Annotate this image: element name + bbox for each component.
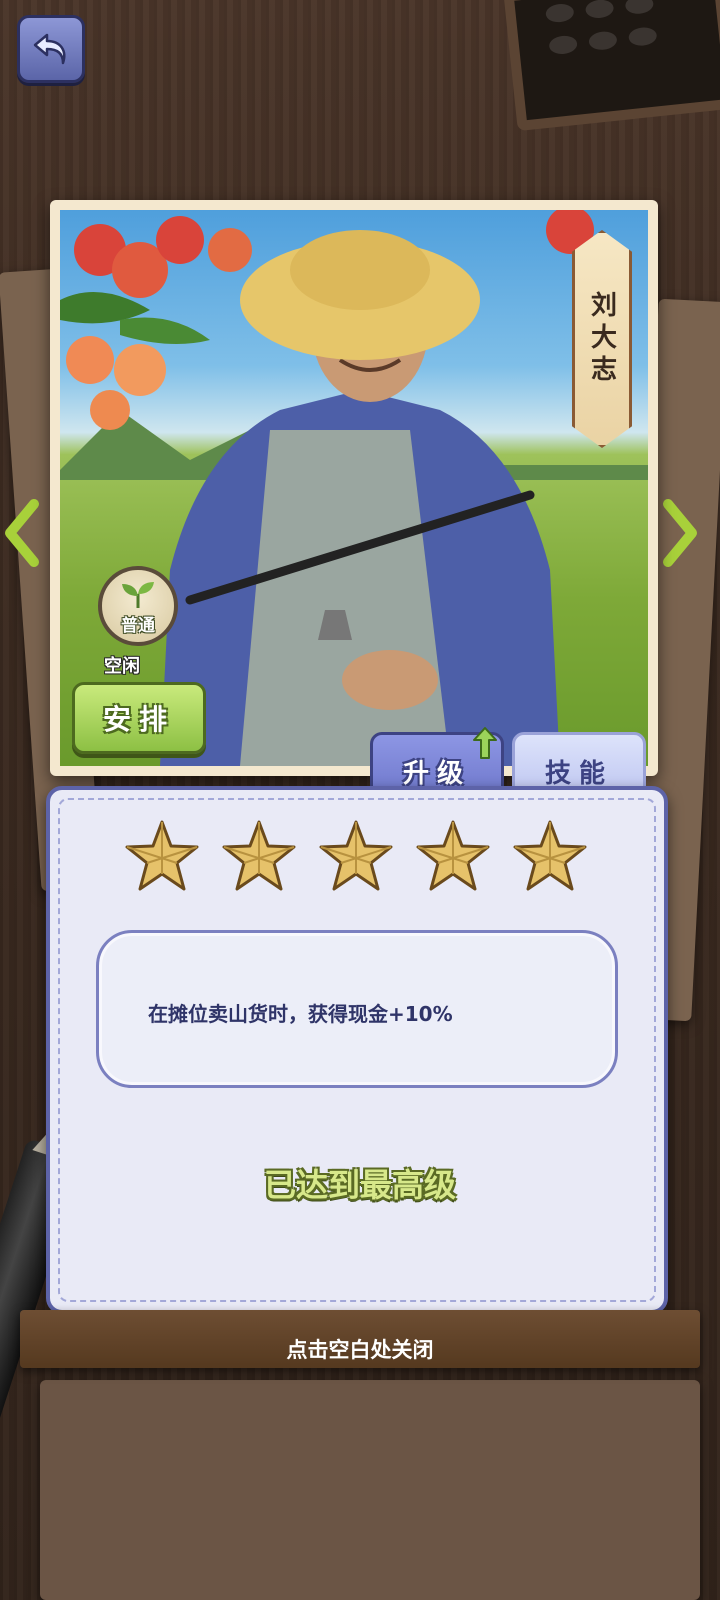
back-arrow-icon [33, 33, 66, 65]
tab-skill-label: 技能 [544, 758, 613, 789]
star-icon [222, 820, 296, 891]
character-name-banner: 刘大志 [572, 230, 632, 448]
star-icon [319, 820, 393, 891]
status-label: 空闲 [104, 656, 140, 677]
rank-badge: 普通 [98, 566, 178, 646]
arrange-button-label: 安排 [102, 703, 175, 736]
previous-character-arrow-icon[interactable] [4, 498, 40, 568]
character-name: 刘大志 [586, 291, 617, 387]
star-icon [416, 820, 490, 891]
upgrade-arrow-icon [473, 727, 497, 759]
arrange-button[interactable]: 安排 [72, 682, 206, 754]
next-character-arrow-icon[interactable] [662, 498, 698, 568]
close-hint-text: 点击空白处关闭 [286, 1338, 434, 1362]
abacus-decoration [503, 0, 720, 132]
back-button[interactable] [17, 15, 85, 83]
background-paper [40, 1380, 700, 1600]
skill-description: 在摊位卖山货时，获得现金+10% [148, 1002, 453, 1026]
rank-label: 普通 [121, 616, 155, 636]
tab-upgrade-label: 升级 [402, 758, 471, 789]
max-level-label: 已达到最高级 [263, 1166, 456, 1204]
leaf-sprout-icon [122, 582, 154, 608]
star-icon [513, 820, 587, 891]
star-icon [125, 820, 199, 891]
